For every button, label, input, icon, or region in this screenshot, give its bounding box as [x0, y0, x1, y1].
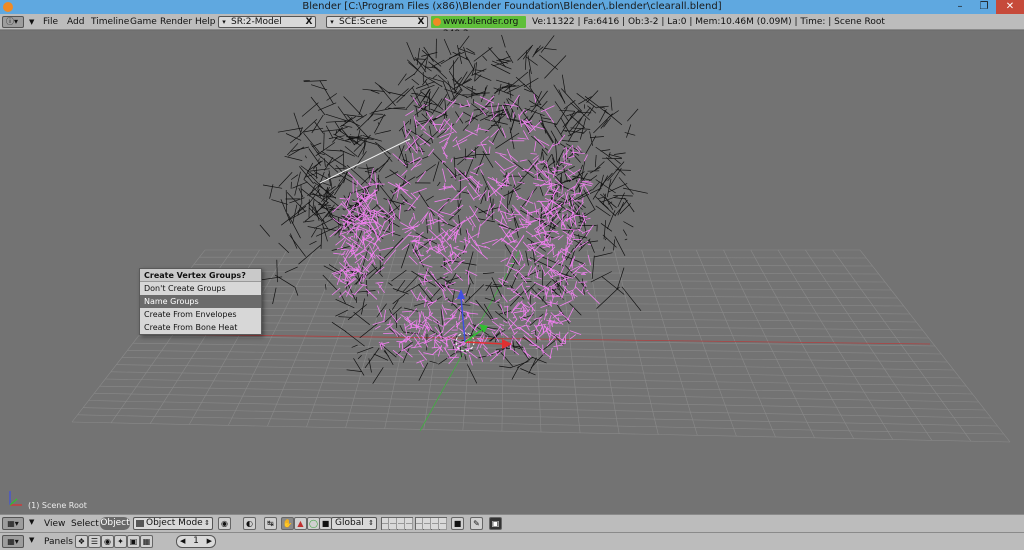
create-vertex-groups-popup[interactable]: Create Vertex Groups? Don't Create Group…: [139, 268, 262, 335]
increment-arrow-icon[interactable]: ▶: [207, 536, 212, 547]
align-button[interactable]: ↹: [264, 517, 277, 530]
screen-browse-icon[interactable]: ▾: [219, 17, 229, 27]
translate-manipulator-icon[interactable]: ▲: [294, 517, 307, 530]
mode-label[interactable]: Object Mode: [146, 518, 203, 528]
collapse-menus-icon[interactable]: ▼: [29, 518, 34, 526]
layer-buttons-1[interactable]: [381, 517, 413, 530]
draw-type-button[interactable]: ◉: [218, 517, 231, 530]
popup-title: Create Vertex Groups?: [140, 269, 261, 282]
menu-view[interactable]: View: [44, 519, 65, 529]
script-context-icon[interactable]: ☰: [88, 535, 101, 548]
layer-cell[interactable]: [416, 524, 423, 530]
manipulator-toggle-hand-icon[interactable]: ✋: [281, 517, 294, 530]
popup-item-dont-create-groups[interactable]: Don't Create Groups: [140, 282, 261, 295]
screen-selector[interactable]: ▾ SR:2-Model X: [218, 16, 316, 28]
close-button[interactable]: ✕: [996, 0, 1024, 14]
orientation-label[interactable]: Global: [335, 518, 364, 528]
scene-selector[interactable]: ▾ SCE:Scene X: [326, 16, 428, 28]
window-title-bar: Blender [C:\Program Files (x86)\Blender …: [0, 0, 1024, 14]
collapse-menus-icon[interactable]: ▼: [29, 14, 34, 30]
blender-website-link[interactable]: www.blender.org 249.2: [431, 16, 526, 39]
pivot-button[interactable]: ◐: [243, 517, 256, 530]
updown-arrows-icon: ⇕: [204, 519, 210, 527]
info-header: ⓘ▾ ▼ File Add Timeline Game Render Help …: [0, 14, 1024, 39]
window-title: Blender [C:\Program Files (x86)\Blender …: [302, 1, 722, 12]
logic-context-icon[interactable]: ❖: [75, 535, 88, 548]
popup-item-create-from-bone-heat[interactable]: Create From Bone Heat: [140, 321, 261, 334]
minimize-button[interactable]: –: [948, 0, 972, 14]
mode-selector[interactable]: Object Mode ⇕: [133, 517, 213, 530]
popup-item-name-groups[interactable]: Name Groups: [140, 295, 261, 308]
scene-context-icon[interactable]: ▦: [140, 535, 153, 548]
screen-name[interactable]: SR:2-Model: [231, 17, 282, 27]
layer-cell[interactable]: [382, 524, 389, 530]
wire-mesh-model[interactable]: [259, 34, 648, 384]
buttons-header: ▦▾ ▼ Panels ❖ ☰ ◉ ✦ ▣ ▦ ◀ 1 ▶: [0, 532, 1024, 550]
object-mode-icon: [136, 520, 144, 527]
panels-menu[interactable]: Panels: [44, 537, 73, 547]
updown-arrows-icon: ⇕: [368, 519, 374, 527]
menu-game[interactable]: Game: [130, 14, 157, 30]
3d-view-header: ▦▾ ▼ View Select Object Object Mode ⇕ ◉ …: [0, 514, 1024, 532]
window-type-button[interactable]: ⓘ▾: [2, 16, 24, 28]
menu-select[interactable]: Select: [71, 519, 99, 529]
editing-context-icon[interactable]: ▣: [127, 535, 140, 548]
manipulator-widget[interactable]: [455, 289, 512, 352]
layer-cell[interactable]: [398, 524, 405, 530]
layer-buttons-2[interactable]: [415, 517, 447, 530]
scene-name[interactable]: SCE:Scene: [339, 17, 387, 27]
view-type-button[interactable]: ▦▾: [2, 517, 24, 530]
scene-delete-button[interactable]: X: [416, 17, 426, 27]
menu-render[interactable]: Render: [160, 14, 192, 30]
orientation-selector[interactable]: Global ⇕: [331, 517, 377, 530]
decrement-arrow-icon[interactable]: ◀: [180, 536, 185, 547]
menu-help[interactable]: Help: [195, 14, 216, 30]
lock-icon[interactable]: ■: [451, 517, 464, 530]
layer-cell[interactable]: [440, 524, 447, 530]
frame-value[interactable]: 1: [193, 536, 199, 546]
window-type-button-buttons[interactable]: ▦▾: [2, 535, 24, 548]
shading-context-icon[interactable]: ◉: [101, 535, 114, 548]
scene-browse-icon[interactable]: ▾: [327, 17, 337, 27]
menu-file[interactable]: File: [43, 14, 58, 30]
render-preview-icon[interactable]: ▣: [489, 517, 502, 530]
popup-item-create-from-envelopes[interactable]: Create From Envelopes: [140, 308, 261, 321]
blender-logo-icon: [433, 18, 441, 26]
scene-stats: Ve:11322 | Fa:6416 | Ob:3-2 | La:0 | Mem…: [532, 17, 885, 27]
screen-delete-button[interactable]: X: [304, 17, 314, 27]
layer-cell[interactable]: [432, 524, 439, 530]
maximize-button[interactable]: ❐: [972, 0, 996, 14]
menu-timeline[interactable]: Timeline: [91, 14, 129, 30]
layer-cell[interactable]: [424, 524, 431, 530]
menu-object[interactable]: Object: [100, 517, 130, 530]
object-info-label: (1) Scene Root: [28, 501, 87, 510]
occlusion-icon[interactable]: ✎: [470, 517, 483, 530]
collapse-menus-icon[interactable]: ▼: [29, 536, 34, 544]
layer-cell[interactable]: [390, 524, 397, 530]
layer-cell[interactable]: [406, 524, 413, 530]
object-context-icon[interactable]: ✦: [114, 535, 127, 548]
menu-add[interactable]: Add: [67, 14, 84, 30]
view-axes-icon: [9, 491, 22, 506]
current-frame-field[interactable]: ◀ 1 ▶: [176, 535, 216, 548]
